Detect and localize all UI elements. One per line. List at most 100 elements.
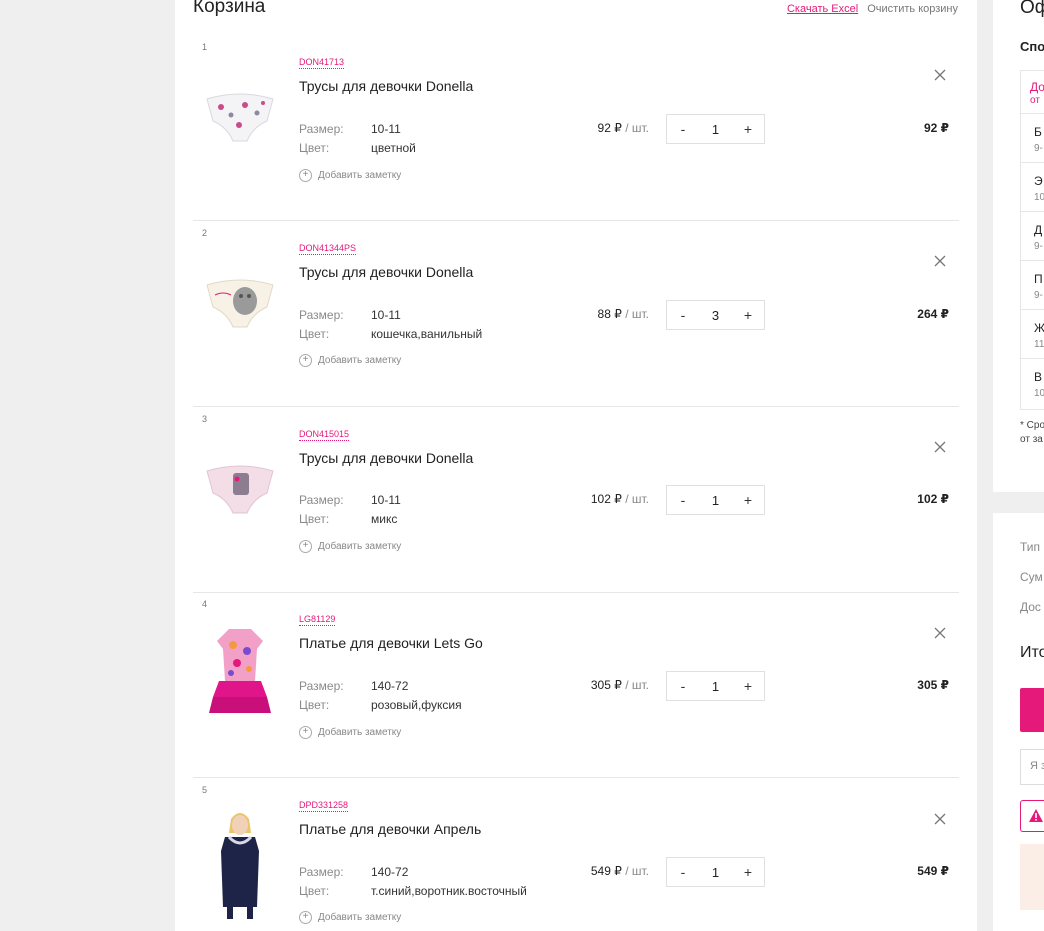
- line-total: 549 ₽: [917, 864, 949, 878]
- decrease-qty-button[interactable]: -: [667, 864, 699, 880]
- quantity-value[interactable]: 1: [699, 122, 732, 137]
- delivery-option-name: П: [1034, 272, 1043, 286]
- increase-qty-button[interactable]: +: [732, 678, 764, 694]
- product-image[interactable]: [201, 807, 279, 925]
- close-icon[interactable]: [933, 254, 947, 268]
- delivery-option[interactable]: П 9-: [1021, 260, 1044, 310]
- close-icon[interactable]: [933, 440, 947, 454]
- delivery-cost-label: Дос: [1020, 600, 1041, 614]
- delivery-options: До от Б 9- Э 10 Д 9- П 9- Ж 11 В 10: [1020, 70, 1044, 410]
- decrease-qty-button[interactable]: -: [667, 678, 699, 694]
- close-icon[interactable]: [933, 68, 947, 82]
- per-unit-label: / шт.: [625, 121, 649, 135]
- increase-qty-button[interactable]: +: [732, 864, 764, 880]
- quantity-stepper: - 1 +: [666, 857, 765, 887]
- order-total-label: Ито: [1020, 644, 1044, 661]
- quantity-stepper: - 1 +: [666, 114, 765, 144]
- add-note-label: Добавить заметку: [318, 912, 402, 923]
- plus-circle-icon: +: [299, 354, 312, 367]
- unit-price: 88 ₽ / шт.: [598, 307, 649, 321]
- delivery-footnote-line: * Сро: [1020, 420, 1044, 431]
- line-total: 92 ₽: [923, 121, 949, 135]
- increase-qty-button[interactable]: +: [732, 307, 764, 323]
- decrease-qty-button[interactable]: -: [667, 307, 699, 323]
- agreement-input[interactable]: Я з: [1020, 749, 1044, 785]
- delivery-option-term: 9-: [1034, 290, 1043, 301]
- promo-banner: [1020, 844, 1044, 910]
- delivery-option-selected-sub: от: [1030, 95, 1040, 106]
- close-icon[interactable]: [933, 812, 947, 826]
- delivery-option-selected[interactable]: До от: [1030, 80, 1044, 108]
- payment-type-label: Тип: [1020, 540, 1041, 554]
- product-image[interactable]: [201, 242, 279, 360]
- item-sku[interactable]: DON41344PS: [299, 242, 357, 255]
- delivery-option[interactable]: Б 9-: [1021, 113, 1044, 163]
- item-name[interactable]: Платье для девочки Апрель: [299, 821, 481, 837]
- color-value: цветной: [371, 141, 416, 155]
- delivery-option-name: В: [1034, 370, 1043, 384]
- delivery-option[interactable]: Д 9-: [1021, 211, 1044, 261]
- line-total: 264 ₽: [917, 307, 949, 321]
- item-sku[interactable]: DON415015: [299, 428, 350, 441]
- add-note-label: Добавить заметку: [318, 355, 402, 366]
- add-note-button[interactable]: + Добавить заметку: [299, 911, 401, 924]
- delivery-option-name: Э: [1034, 174, 1043, 188]
- delivery-option[interactable]: Э 10: [1021, 162, 1044, 212]
- unit-price: 102 ₽ / шт.: [591, 492, 649, 506]
- item-index: 1: [202, 42, 208, 52]
- clear-cart-link[interactable]: Очистить корзину: [867, 3, 958, 15]
- item-index: 2: [202, 228, 208, 238]
- decrease-qty-button[interactable]: -: [667, 492, 699, 508]
- delivery-option[interactable]: В 10: [1021, 358, 1044, 408]
- size-value: 10-11: [371, 122, 401, 136]
- product-image[interactable]: [201, 428, 279, 546]
- quantity-value[interactable]: 1: [699, 679, 732, 694]
- quantity-stepper: - 1 +: [666, 671, 765, 701]
- item-sku[interactable]: DON41713: [299, 56, 345, 69]
- item-name[interactable]: Трусы для девочки Donella: [299, 78, 473, 94]
- size-label: Размер:: [299, 308, 344, 322]
- delivery-option-name: Б: [1034, 125, 1042, 139]
- unit-price-value: 102 ₽: [590, 492, 622, 506]
- color-label: Цвет:: [299, 698, 330, 712]
- product-image[interactable]: [201, 56, 279, 174]
- increase-qty-button[interactable]: +: [732, 492, 764, 508]
- per-unit-label: / шт.: [625, 307, 649, 321]
- unit-price-value: 549 ₽: [590, 864, 622, 878]
- add-note-button[interactable]: + Добавить заметку: [299, 169, 401, 182]
- close-icon[interactable]: [933, 626, 947, 640]
- color-value: розовый,фуксия: [371, 698, 462, 712]
- unit-price: 92 ₽ / шт.: [598, 121, 649, 135]
- item-sku[interactable]: DPD331258: [299, 799, 349, 812]
- quantity-value[interactable]: 1: [699, 865, 732, 880]
- unit-price-value: 305 ₽: [590, 678, 622, 692]
- plus-circle-icon: +: [299, 169, 312, 182]
- item-name[interactable]: Платье для девочки Lets Go: [299, 635, 483, 651]
- download-excel-link[interactable]: Скачать Excel: [787, 3, 858, 15]
- delivery-footnote-line: от за: [1020, 434, 1043, 445]
- add-note-button[interactable]: + Добавить заметку: [299, 540, 401, 553]
- quantity-value[interactable]: 1: [699, 493, 732, 508]
- delivery-option[interactable]: Ж 11: [1021, 309, 1044, 359]
- color-value: кошечка,ванильный: [371, 327, 483, 341]
- decrease-qty-button[interactable]: -: [667, 121, 699, 137]
- unit-price-value: 92 ₽: [597, 121, 622, 135]
- delivery-option-name: Ж: [1034, 321, 1044, 335]
- delivery-option-term: 9-: [1034, 241, 1043, 252]
- item-name[interactable]: Трусы для девочки Donella: [299, 450, 473, 466]
- add-note-button[interactable]: + Добавить заметку: [299, 726, 401, 739]
- item-sku[interactable]: LG81129: [299, 613, 336, 626]
- plus-circle-icon: +: [299, 540, 312, 553]
- cart-title: Корзина: [193, 0, 266, 17]
- product-image[interactable]: [201, 613, 279, 731]
- size-value: 140-72: [371, 865, 409, 879]
- item-name[interactable]: Трусы для девочки Donella: [299, 264, 473, 280]
- add-note-button[interactable]: + Добавить заметку: [299, 354, 401, 367]
- quantity-value[interactable]: 3: [699, 308, 732, 323]
- increase-qty-button[interactable]: +: [732, 121, 764, 137]
- color-label: Цвет:: [299, 141, 330, 155]
- size-value: 140-72: [371, 679, 409, 693]
- cart-item: 4 LG81129 Платье для девочки Lets Go Раз…: [193, 591, 959, 778]
- color-value: т.синий,воротник.восточный: [371, 884, 527, 898]
- checkout-button[interactable]: [1020, 688, 1044, 732]
